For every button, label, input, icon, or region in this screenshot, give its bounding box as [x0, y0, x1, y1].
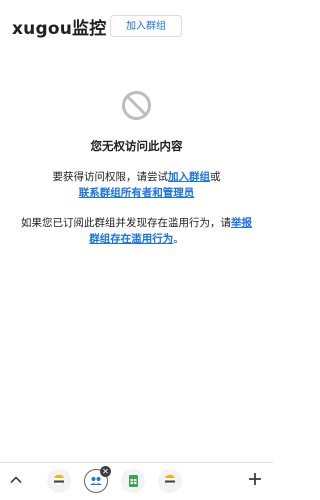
blocked-icon — [122, 91, 151, 120]
join-group-link[interactable]: 加入群组 — [168, 171, 210, 183]
join-group-button[interactable]: 加入群组 — [110, 15, 182, 37]
tab-sheets[interactable] — [121, 469, 145, 493]
instructions-text: 要获得访问权限，请尝试 — [52, 171, 169, 183]
tab-groups-active[interactable]: ✕ — [84, 466, 111, 493]
contact-owners-link[interactable]: 联系群组所有者和管理员 — [79, 187, 195, 199]
group-title: xugou监控 — [12, 19, 107, 39]
tab-google-2[interactable] — [158, 469, 182, 493]
access-instructions: 要获得访问权限，请尝试加入群组或联系群组所有者和管理员 — [20, 169, 253, 201]
bottom-tab-bar: ✕ — [0, 462, 273, 500]
abuse-report-text: 如果您已订阅此群组并发现存在滥用行为，请举报群组存在滥用行为。 — [20, 215, 253, 247]
sheets-icon — [129, 475, 138, 487]
plus-icon[interactable] — [247, 471, 263, 487]
chevron-up-icon[interactable] — [9, 473, 23, 487]
google-icon — [165, 474, 175, 487]
page: xugou监控 加入群组 您无权访问此内容 要获得访问权限，请尝试加入群组或 联系… — [0, 0, 273, 500]
abuse-suffix: 。 — [173, 233, 184, 245]
abuse-text: 如果您已订阅此群组并发现存在滥用行为，请 — [21, 217, 231, 229]
tab-google[interactable] — [47, 469, 71, 493]
no-access-title: 您无权访问此内容 — [90, 139, 183, 153]
close-tab-icon[interactable]: ✕ — [100, 466, 111, 477]
header: xugou监控 加入群组 — [0, 0, 273, 52]
google-icon — [54, 474, 64, 487]
instructions-or: 或 — [210, 171, 221, 183]
